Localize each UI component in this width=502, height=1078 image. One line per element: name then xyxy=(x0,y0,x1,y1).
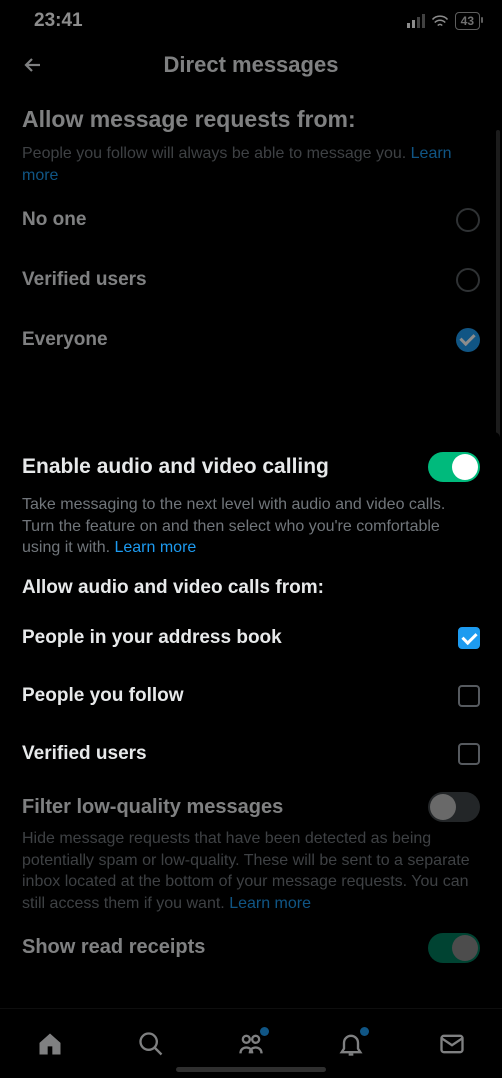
receipts-toggle[interactable] xyxy=(428,933,480,963)
wifi-icon xyxy=(431,14,449,28)
home-icon[interactable] xyxy=(36,1030,64,1058)
page-header: Direct messages xyxy=(0,38,502,98)
calling-panel: Enable audio and video calling Take mess… xyxy=(2,432,500,791)
checkbox-icon xyxy=(458,743,480,765)
radio-label: Verified users xyxy=(22,269,147,291)
status-bar: 23:41 43 xyxy=(0,0,502,38)
radio-icon xyxy=(456,328,480,352)
radio-row-everyone[interactable]: Everyone xyxy=(22,310,480,370)
receipts-heading: Show read receipts xyxy=(22,936,205,959)
learn-more-link[interactable]: Learn more xyxy=(229,895,311,912)
radio-label: Everyone xyxy=(22,329,108,351)
messages-icon[interactable] xyxy=(438,1030,466,1058)
check-label: Verified users xyxy=(22,743,147,765)
page-title: Direct messages xyxy=(20,52,482,78)
checkbox-icon xyxy=(458,627,480,649)
checkbox-icon xyxy=(458,685,480,707)
search-icon[interactable] xyxy=(137,1030,165,1058)
radio-row-no-one[interactable]: No one xyxy=(22,190,480,250)
panel-heading: Enable audio and video calling xyxy=(22,455,329,479)
section-heading: Allow message requests from: xyxy=(22,106,480,133)
notification-dot xyxy=(260,1027,269,1036)
radio-icon xyxy=(456,268,480,292)
notifications-icon[interactable] xyxy=(337,1030,365,1058)
check-row-following[interactable]: People you follow xyxy=(22,667,480,725)
calling-toggle[interactable] xyxy=(428,452,480,482)
radio-label: No one xyxy=(22,209,86,231)
clock: 23:41 xyxy=(34,10,83,32)
notification-dot xyxy=(360,1027,369,1036)
check-row-verified[interactable]: Verified users xyxy=(22,725,480,773)
receipts-row[interactable]: Show read receipts xyxy=(0,927,502,969)
radio-row-verified[interactable]: Verified users xyxy=(22,250,480,310)
communities-icon[interactable] xyxy=(237,1030,265,1058)
learn-more-link[interactable]: Learn more xyxy=(114,539,196,556)
check-row-address-book[interactable]: People in your address book xyxy=(22,609,480,667)
filter-heading: Filter low-quality messages xyxy=(22,796,283,819)
check-label: People in your address book xyxy=(22,627,282,649)
battery-icon: 43 xyxy=(455,12,480,30)
home-indicator xyxy=(176,1067,326,1072)
panel-subheading: Allow audio and video calls from: xyxy=(22,577,480,599)
filter-toggle[interactable] xyxy=(428,792,480,822)
signal-icon xyxy=(407,14,425,28)
section-description: People you follow will always be able to… xyxy=(22,143,480,186)
radio-icon xyxy=(456,208,480,232)
panel-description: Take messaging to the next level with au… xyxy=(22,494,480,559)
check-label: People you follow xyxy=(22,685,184,707)
filter-description: Hide message requests that have been det… xyxy=(22,828,480,914)
